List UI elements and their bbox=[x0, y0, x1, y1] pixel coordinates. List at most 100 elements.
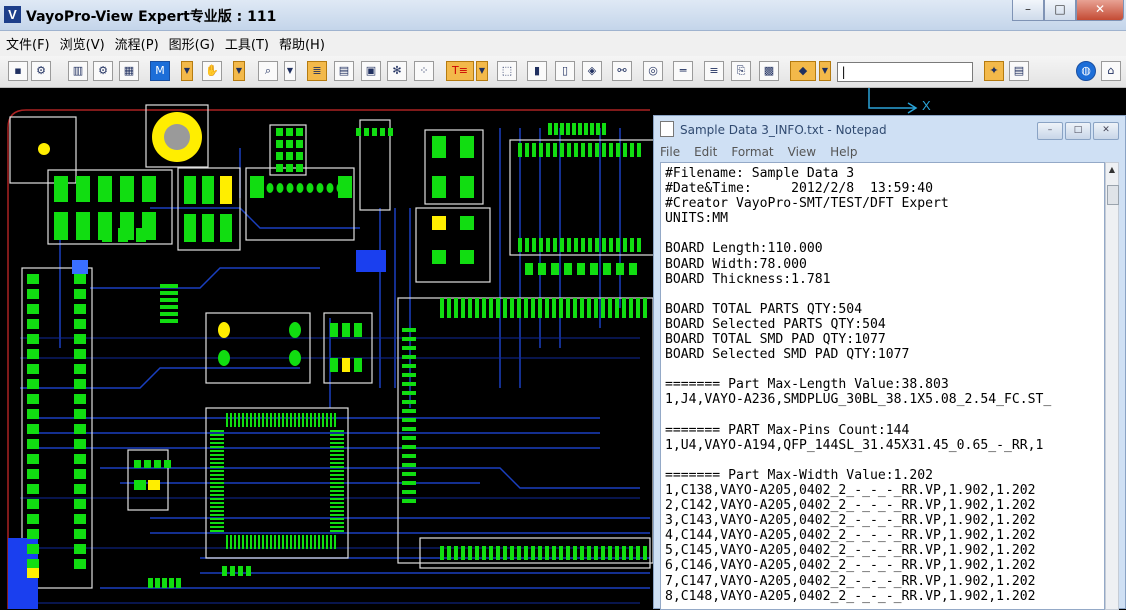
export-icon[interactable]: ⎘ bbox=[731, 61, 751, 81]
pcb-pad bbox=[334, 535, 336, 549]
pcb-pad bbox=[552, 298, 556, 318]
settings-icon[interactable]: ⚙ bbox=[31, 61, 51, 81]
chip-icon[interactable]: ▯ bbox=[555, 61, 575, 81]
part-settings-icon[interactable]: ⚙ bbox=[93, 61, 113, 81]
pcb-pad bbox=[120, 176, 134, 202]
pcb-pad bbox=[220, 214, 232, 242]
snowflake-icon[interactable]: ✻ bbox=[387, 61, 407, 81]
notepad-minimize-button[interactable]: – bbox=[1037, 122, 1063, 140]
pcb-pad bbox=[402, 463, 416, 467]
pcb-pad bbox=[246, 535, 248, 549]
scroll-thumb[interactable] bbox=[1107, 185, 1119, 205]
pcb-pad bbox=[330, 514, 344, 516]
ruler-icon[interactable]: ═ bbox=[673, 61, 693, 81]
notepad-line: BOARD Length:110.000 bbox=[665, 241, 823, 257]
zoom-dropdown-icon[interactable]: ▼ bbox=[284, 61, 296, 81]
te-dropdown-icon[interactable]: ▼ bbox=[476, 61, 488, 81]
pcb-pad bbox=[226, 535, 228, 549]
pcb-pad bbox=[532, 143, 536, 157]
image-icon[interactable]: ▣ bbox=[361, 61, 381, 81]
pcb-pad bbox=[559, 546, 563, 560]
bulb-icon[interactable]: ◎ bbox=[643, 61, 663, 81]
notepad-title-text: Sample Data 3_INFO.txt - Notepad bbox=[680, 123, 887, 137]
pcb-pad bbox=[210, 490, 224, 492]
pcb-pad bbox=[560, 123, 564, 135]
notepad-close-button[interactable]: ✕ bbox=[1093, 122, 1119, 140]
m-button[interactable]: M bbox=[150, 61, 170, 81]
notepad-line: #Date&Time: 2012/2/8 13:59:40 bbox=[665, 181, 934, 197]
pin-icon[interactable]: ✦ bbox=[984, 61, 1004, 81]
dots-icon[interactable]: ⁘ bbox=[414, 61, 434, 81]
pcb-pad bbox=[434, 179, 446, 197]
pcb-pad bbox=[330, 522, 344, 524]
pcb-pad bbox=[276, 164, 283, 172]
menu-tools[interactable]: 工具(T) bbox=[225, 34, 269, 53]
board-icon[interactable]: ▦ bbox=[119, 61, 139, 81]
select-icon[interactable]: ⬚ bbox=[497, 61, 517, 81]
pcb-pad bbox=[461, 298, 465, 318]
notepad-line: BOARD Selected PARTS QTY:504 bbox=[665, 316, 886, 332]
pcb-pad bbox=[330, 458, 344, 460]
minimize-button[interactable]: – bbox=[1012, 0, 1044, 21]
pcb-pad bbox=[258, 535, 260, 549]
hand-icon[interactable]: ✋ bbox=[202, 61, 222, 81]
pcb-pad bbox=[447, 298, 451, 318]
pcb-pad bbox=[296, 164, 303, 172]
pcb-pad bbox=[531, 298, 535, 318]
report-icon[interactable]: ▤ bbox=[1009, 61, 1029, 81]
pcb-pad bbox=[567, 238, 571, 252]
menu-file[interactable]: 文件(F) bbox=[6, 34, 50, 53]
menu-view[interactable]: 浏览(V) bbox=[60, 34, 105, 53]
pcb-pad bbox=[74, 394, 86, 404]
pcb-pad bbox=[318, 535, 320, 549]
barcode-icon[interactable]: ▥ bbox=[68, 61, 88, 81]
pcb-pad bbox=[334, 413, 336, 427]
zoom-icon[interactable]: ⌕ bbox=[258, 61, 278, 81]
pcb-pad bbox=[402, 454, 416, 458]
close-button[interactable]: ✕ bbox=[1076, 0, 1124, 21]
notepad-maximize-button[interactable]: □ bbox=[1065, 122, 1091, 140]
pcb-pad bbox=[134, 460, 141, 468]
notepad-menu-format[interactable]: Format bbox=[731, 145, 773, 159]
notepad-text-area[interactable]: #Filename: Sample Data 3 #Date&Time: 201… bbox=[660, 162, 1105, 610]
pcb-pad bbox=[402, 337, 416, 341]
te-button[interactable]: T≡ bbox=[446, 61, 474, 81]
notepad-menu-help[interactable]: Help bbox=[830, 145, 857, 159]
eraser-icon[interactable]: ◆ bbox=[790, 61, 816, 81]
pcb-pad bbox=[636, 298, 640, 318]
pcb-pad bbox=[74, 439, 86, 449]
connector-icon[interactable]: ▩ bbox=[759, 61, 779, 81]
menu-graphics[interactable]: 图形(G) bbox=[169, 34, 215, 53]
pcb-pad bbox=[330, 506, 344, 508]
scroll-up-icon[interactable]: ▲ bbox=[1107, 165, 1117, 175]
pcb-pad bbox=[454, 546, 458, 560]
component-icon[interactable]: ▮ bbox=[527, 61, 547, 81]
notepad-scrollbar[interactable]: ▲ bbox=[1105, 162, 1119, 610]
hand-dropdown-icon[interactable]: ▼ bbox=[233, 61, 245, 81]
save-icon[interactable]: ▪ bbox=[8, 61, 28, 81]
pcb-pad bbox=[164, 460, 171, 468]
menu-help[interactable]: 帮助(H) bbox=[279, 34, 325, 53]
list-icon[interactable]: ≣ bbox=[307, 61, 327, 81]
notepad-menu-view[interactable]: View bbox=[788, 145, 816, 159]
menu-process[interactable]: 流程(P) bbox=[115, 34, 159, 53]
pcb-pad bbox=[210, 454, 224, 456]
pcb-pad bbox=[595, 238, 599, 252]
pcb-pad bbox=[276, 152, 283, 160]
search-input[interactable]: | bbox=[837, 62, 973, 82]
layers-icon[interactable]: ▤ bbox=[334, 61, 354, 81]
binoculars-icon[interactable]: ⚯ bbox=[612, 61, 632, 81]
pcb-pad bbox=[290, 413, 292, 427]
m-dropdown-icon[interactable]: ▼ bbox=[181, 61, 193, 81]
color-bars-icon[interactable]: ≡ bbox=[704, 61, 724, 81]
maximize-button[interactable]: □ bbox=[1044, 0, 1076, 21]
globe-icon[interactable]: ◍ bbox=[1076, 61, 1096, 81]
notepad-menu-file[interactable]: File bbox=[660, 145, 680, 159]
home-icon[interactable]: ⌂ bbox=[1101, 61, 1121, 81]
diamond-icon[interactable]: ◈ bbox=[582, 61, 602, 81]
pcb-pad bbox=[54, 176, 68, 202]
pcb-pad bbox=[27, 319, 39, 329]
eraser-dropdown-icon[interactable]: ▼ bbox=[819, 61, 831, 81]
notepad-menu-edit[interactable]: Edit bbox=[694, 145, 717, 159]
pcb-pad bbox=[402, 364, 416, 368]
